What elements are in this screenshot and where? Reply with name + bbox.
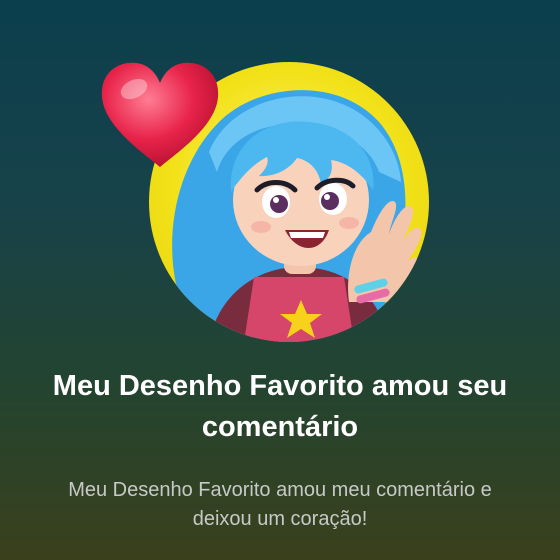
notification-message: Meu Desenho Favorito amou meu comentário… [68, 479, 492, 530]
notification-title: Meu Desenho Favorito amou seu comentário [52, 370, 508, 443]
heart-icon [96, 55, 224, 175]
notification-card: Meu Desenho Favorito amou seu comentário… [0, 0, 560, 560]
